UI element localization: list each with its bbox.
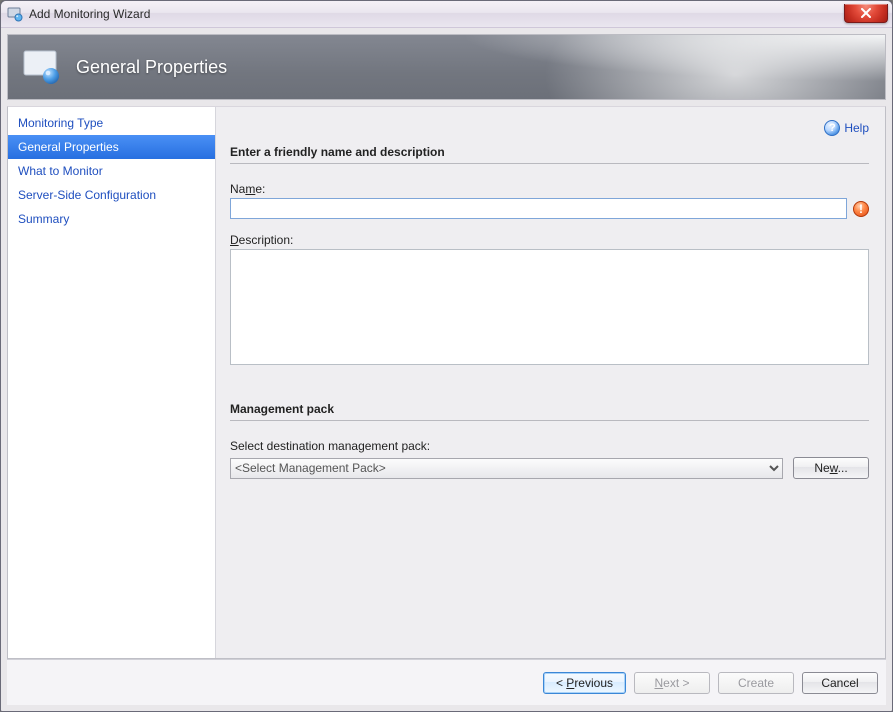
banner: General Properties [7,34,886,100]
management-pack-select-label: Select destination management pack: [230,439,869,453]
content-area: Monitoring Type General Properties What … [7,106,886,659]
close-button[interactable] [844,4,888,23]
section-name-description-title: Enter a friendly name and description [230,145,869,164]
titlebar: Add Monitoring Wizard [1,1,892,28]
main-panel: ? Help Enter a friendly name and descrip… [216,107,885,658]
help-icon: ? [824,120,840,136]
section-management-pack-title: Management pack [230,402,869,421]
description-label: Description: [230,233,869,247]
window-title: Add Monitoring Wizard [29,7,150,21]
step-server-side-configuration[interactable]: Server-Side Configuration [8,183,215,207]
create-button[interactable]: Create [718,672,794,694]
name-input[interactable] [230,198,847,219]
next-button[interactable]: Next > [634,672,710,694]
name-label: Name: [230,182,869,196]
banner-icon [22,49,64,85]
banner-title: General Properties [76,57,227,78]
previous-button[interactable]: < Previous [543,672,626,694]
description-textarea[interactable] [230,249,869,365]
validation-error-icon: ! [853,201,869,217]
footer: < Previous Next > Create Cancel [7,659,886,705]
step-general-properties[interactable]: General Properties [8,135,215,159]
cancel-button[interactable]: Cancel [802,672,878,694]
step-summary[interactable]: Summary [8,207,215,231]
wizard-steps-sidebar: Monitoring Type General Properties What … [8,107,216,658]
help-link[interactable]: Help [844,121,869,135]
step-what-to-monitor[interactable]: What to Monitor [8,159,215,183]
wizard-window: Add Monitoring Wizard [0,0,893,712]
step-monitoring-type[interactable]: Monitoring Type [8,111,215,135]
window-icon [7,6,23,22]
new-management-pack-button[interactable]: New... [793,457,869,479]
management-pack-select[interactable]: <Select Management Pack> [230,458,783,479]
